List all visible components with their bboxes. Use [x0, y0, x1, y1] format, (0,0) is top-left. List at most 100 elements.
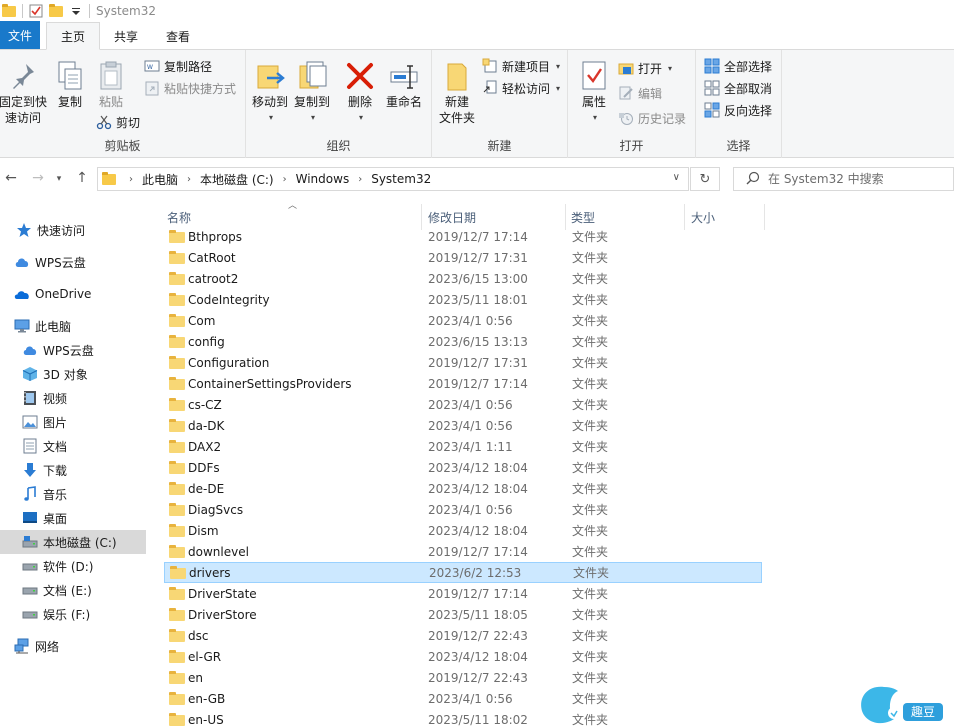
sidebar-item-downloads[interactable]: 下载	[0, 458, 146, 482]
column-header-date[interactable]: 修改日期	[428, 206, 568, 228]
file-name[interactable]: drivers	[189, 566, 231, 580]
sidebar-item-quick-access[interactable]: 快速访问	[0, 218, 146, 242]
properties-button[interactable]: 属性 ▾	[578, 60, 610, 126]
refresh-button[interactable]: ↻	[690, 167, 720, 191]
breadcrumb-drive-c[interactable]: 本地磁盘 (C:)	[200, 171, 274, 188]
pin-quick-access-button[interactable]: 固定到快 速访问	[0, 60, 48, 126]
table-row[interactable]: dsc 2019/12/7 22:43 文件夹	[164, 625, 762, 646]
table-row[interactable]: en-GB 2023/4/1 0:56 文件夹	[164, 688, 762, 709]
new-item-button[interactable]: 新建项目 ▾	[482, 56, 560, 76]
back-arrow-icon[interactable]: ←	[2, 170, 20, 186]
paste-button[interactable]: 粘贴	[95, 60, 127, 110]
file-name[interactable]: DDFs	[188, 461, 220, 475]
file-name[interactable]: dsc	[188, 629, 208, 643]
copy-to-button[interactable]: 复制到 ▾	[292, 60, 332, 126]
table-row[interactable]: CatRoot 2019/12/7 17:31 文件夹	[164, 247, 762, 268]
chevron-right-icon[interactable]: ›	[187, 174, 191, 185]
open-button[interactable]: 打开 ▾	[618, 58, 672, 78]
invert-selection-button[interactable]: 反向选择	[704, 100, 772, 120]
new-folder-quick-icon[interactable]	[49, 3, 63, 17]
sidebar-item-drive-d[interactable]: 软件 (D:)	[0, 554, 146, 578]
tab-home[interactable]: 主页	[46, 22, 101, 50]
sidebar-item-drive-f[interactable]: 娱乐 (F:)	[0, 602, 146, 626]
table-row[interactable]: en 2019/12/7 22:43 文件夹	[164, 667, 762, 688]
sidebar-item-this-pc[interactable]: 此电脑	[0, 314, 146, 338]
history-chevron-icon[interactable]: ▾	[50, 174, 68, 184]
table-row[interactable]: da-DK 2023/4/1 0:56 文件夹	[164, 415, 762, 436]
file-name[interactable]: catroot2	[188, 272, 238, 286]
file-name[interactable]: DiagSvcs	[188, 503, 243, 517]
easy-access-button[interactable]: 轻松访问 ▾	[482, 78, 560, 98]
table-row[interactable]: DriverStore 2023/5/11 18:05 文件夹	[164, 604, 762, 625]
select-none-button[interactable]: 全部取消	[704, 78, 772, 98]
table-row[interactable]: Configuration 2019/12/7 17:31 文件夹	[164, 352, 762, 373]
tab-view[interactable]: 查看	[152, 23, 204, 49]
edit-button[interactable]: 编辑	[618, 83, 662, 103]
table-row[interactable]: downlevel 2019/12/7 17:14 文件夹	[164, 541, 762, 562]
table-row[interactable]: de-DE 2023/4/12 18:04 文件夹	[164, 478, 762, 499]
sidebar-item-onedrive[interactable]: OneDrive	[0, 282, 146, 306]
table-row[interactable]: drivers 2023/6/2 12:53 文件夹	[164, 562, 762, 583]
up-arrow-icon[interactable]: ↑	[73, 170, 91, 186]
table-row[interactable]: DDFs 2023/4/12 18:04 文件夹	[164, 457, 762, 478]
search-box[interactable]	[733, 167, 954, 191]
sidebar-item-music[interactable]: 音乐	[0, 482, 146, 506]
column-header-size[interactable]: 大小	[691, 206, 761, 228]
column-header-name[interactable]: 名称	[167, 206, 417, 228]
sidebar-item-3d-objects[interactable]: 3D 对象	[0, 362, 146, 386]
file-name[interactable]: el-GR	[188, 650, 221, 664]
table-row[interactable]: ContainerSettingsProviders 2019/12/7 17:1…	[164, 373, 762, 394]
sidebar-item-wps-cloud-pc[interactable]: WPS云盘	[0, 338, 146, 362]
file-name[interactable]: config	[188, 335, 225, 349]
file-name[interactable]: da-DK	[188, 419, 224, 433]
file-name[interactable]: downlevel	[188, 545, 249, 559]
file-name[interactable]: cs-CZ	[188, 398, 222, 412]
select-all-button[interactable]: 全部选择	[704, 56, 772, 76]
file-name[interactable]: en-GB	[188, 692, 225, 706]
table-row[interactable]: config 2023/6/15 13:13 文件夹	[164, 331, 762, 352]
file-name[interactable]: Configuration	[188, 356, 269, 370]
table-row[interactable]: DAX2 2023/4/1 1:11 文件夹	[164, 436, 762, 457]
chevron-right-icon[interactable]: ›	[283, 174, 287, 185]
tab-share[interactable]: 共享	[100, 23, 152, 49]
table-row[interactable]: en-US 2023/5/11 18:02 文件夹	[164, 709, 762, 726]
sidebar-item-network[interactable]: 网络	[0, 634, 146, 658]
address-bar[interactable]: › 此电脑 › 本地磁盘 (C:) › Windows › System32 ∨	[97, 167, 689, 191]
table-row[interactable]: DriverState 2019/12/7 17:14 文件夹	[164, 583, 762, 604]
chevron-right-icon[interactable]: ›	[358, 174, 362, 185]
sidebar-item-documents[interactable]: 文档	[0, 434, 146, 458]
sidebar-item-drive-c[interactable]: 本地磁盘 (C:)	[0, 530, 146, 554]
table-row[interactable]: Dism 2023/4/12 18:04 文件夹	[164, 520, 762, 541]
file-name[interactable]: ContainerSettingsProviders	[188, 377, 352, 391]
file-name[interactable]: CatRoot	[188, 251, 236, 265]
column-header-type[interactable]: 类型	[571, 206, 681, 228]
paste-shortcut-button[interactable]: 粘贴快捷方式	[144, 78, 236, 98]
history-button[interactable]: 历史记录	[618, 108, 686, 128]
copy-path-button[interactable]: W 复制路径	[144, 56, 212, 76]
table-row[interactable]: DiagSvcs 2023/4/1 0:56 文件夹	[164, 499, 762, 520]
chevron-right-icon[interactable]: ›	[129, 174, 133, 185]
chevron-down-icon[interactable]	[69, 4, 83, 18]
forward-arrow-icon[interactable]: →	[29, 170, 47, 186]
move-to-button[interactable]: 移动到 ▾	[250, 60, 290, 126]
delete-button[interactable]: 删除 ▾	[344, 60, 376, 126]
sidebar-item-wps-cloud[interactable]: WPS云盘	[0, 250, 146, 274]
file-name[interactable]: CodeIntegrity	[188, 293, 270, 307]
sidebar-item-drive-e[interactable]: 文档 (E:)	[0, 578, 146, 602]
properties-quick-icon[interactable]	[29, 4, 43, 18]
file-name[interactable]: DriverStore	[188, 608, 257, 622]
chevron-down-icon[interactable]: ∨	[673, 172, 680, 183]
column-divider[interactable]	[764, 204, 765, 230]
file-name[interactable]: DAX2	[188, 440, 221, 454]
tab-file[interactable]: 文件	[0, 21, 40, 49]
table-row[interactable]: Com 2023/4/1 0:56 文件夹	[164, 310, 762, 331]
file-name[interactable]: de-DE	[188, 482, 224, 496]
sidebar-item-desktop[interactable]: 桌面	[0, 506, 146, 530]
breadcrumb-this-pc[interactable]: 此电脑	[142, 171, 178, 188]
search-input[interactable]	[768, 172, 948, 186]
cut-button[interactable]: 剪切	[96, 112, 140, 132]
file-name[interactable]: DriverState	[188, 587, 257, 601]
table-row[interactable]: el-GR 2023/4/12 18:04 文件夹	[164, 646, 762, 667]
breadcrumb-system32[interactable]: System32	[371, 172, 431, 186]
table-row[interactable]: CodeIntegrity 2023/5/11 18:01 文件夹	[164, 289, 762, 310]
